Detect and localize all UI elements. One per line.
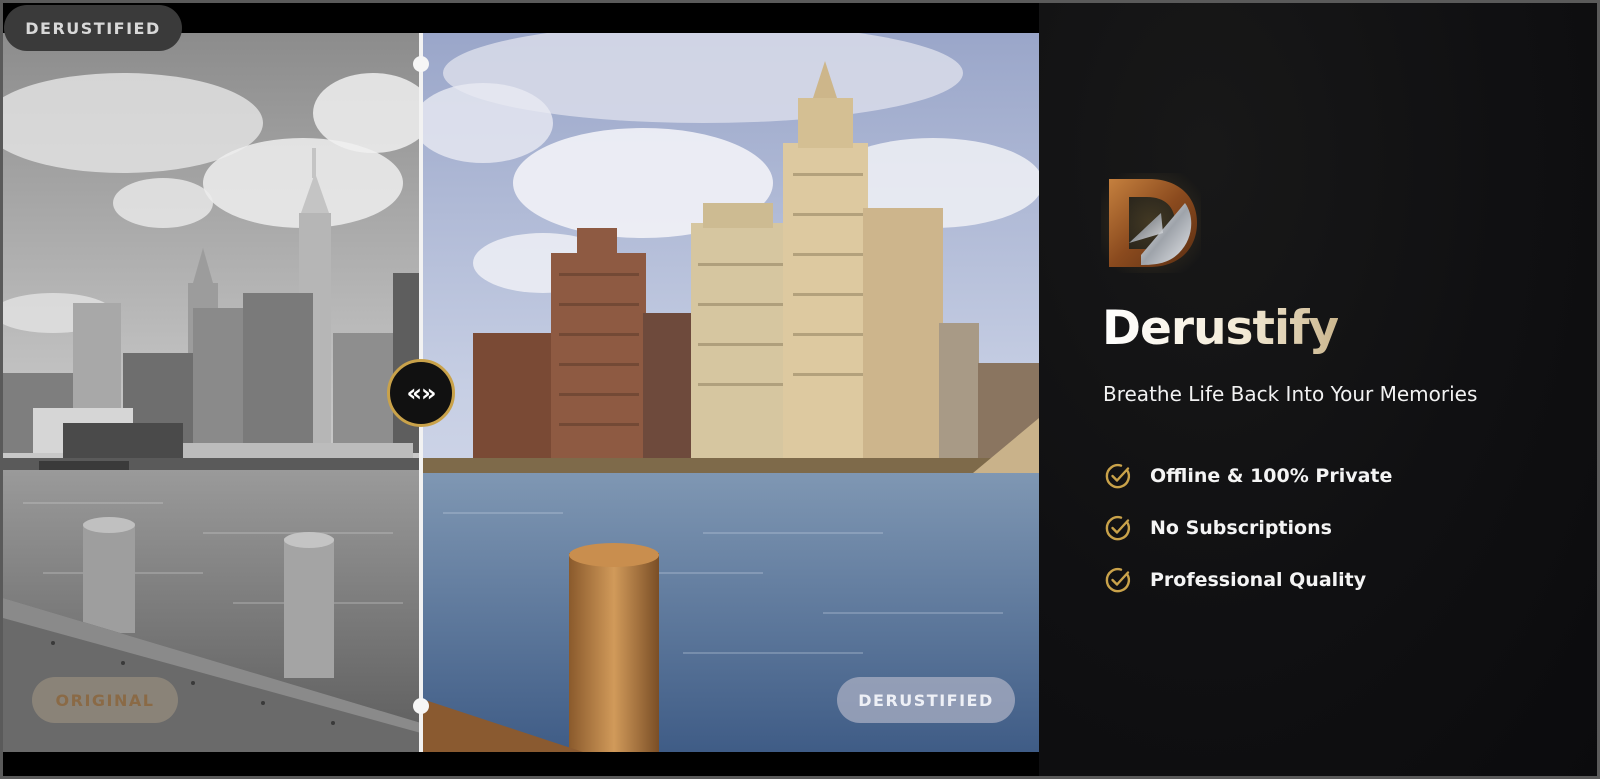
feature-label: Offline & 100% Private (1150, 465, 1393, 487)
comparison-slider-handle[interactable]: «» (387, 359, 455, 427)
divider-bottom-dot (413, 698, 429, 714)
check-circle-icon (1105, 567, 1131, 593)
app-title: Derustify (1102, 301, 1339, 356)
rusted-letter-d-logo-icon (1101, 173, 1201, 273)
feature-item-quality: Professional Quality (1103, 564, 1366, 596)
feature-item-subscriptions: No Subscriptions (1103, 512, 1332, 544)
top-derustified-badge: DERUSTIFIED (4, 5, 182, 51)
double-arrow-icon: «» (406, 379, 436, 407)
app-tagline: Breathe Life Back Into Your Memories (1103, 382, 1478, 406)
original-label-badge: ORIGINAL (32, 677, 178, 723)
divider-top-dot (413, 56, 429, 72)
check-circle-icon (1105, 463, 1131, 489)
feature-item-private: Offline & 100% Private (1103, 460, 1392, 492)
check-circle-icon (1105, 515, 1131, 541)
derustified-label-badge: DERUSTIFIED (837, 677, 1015, 723)
info-panel: Derustify Breathe Life Back Into Your Me… (1039, 3, 1597, 776)
derustified-photo (3, 33, 1039, 752)
feature-label: Professional Quality (1150, 569, 1367, 591)
feature-label: No Subscriptions (1150, 517, 1332, 539)
before-after-comparison[interactable]: «» ORIGINAL DERUSTIFIED (3, 33, 1039, 752)
